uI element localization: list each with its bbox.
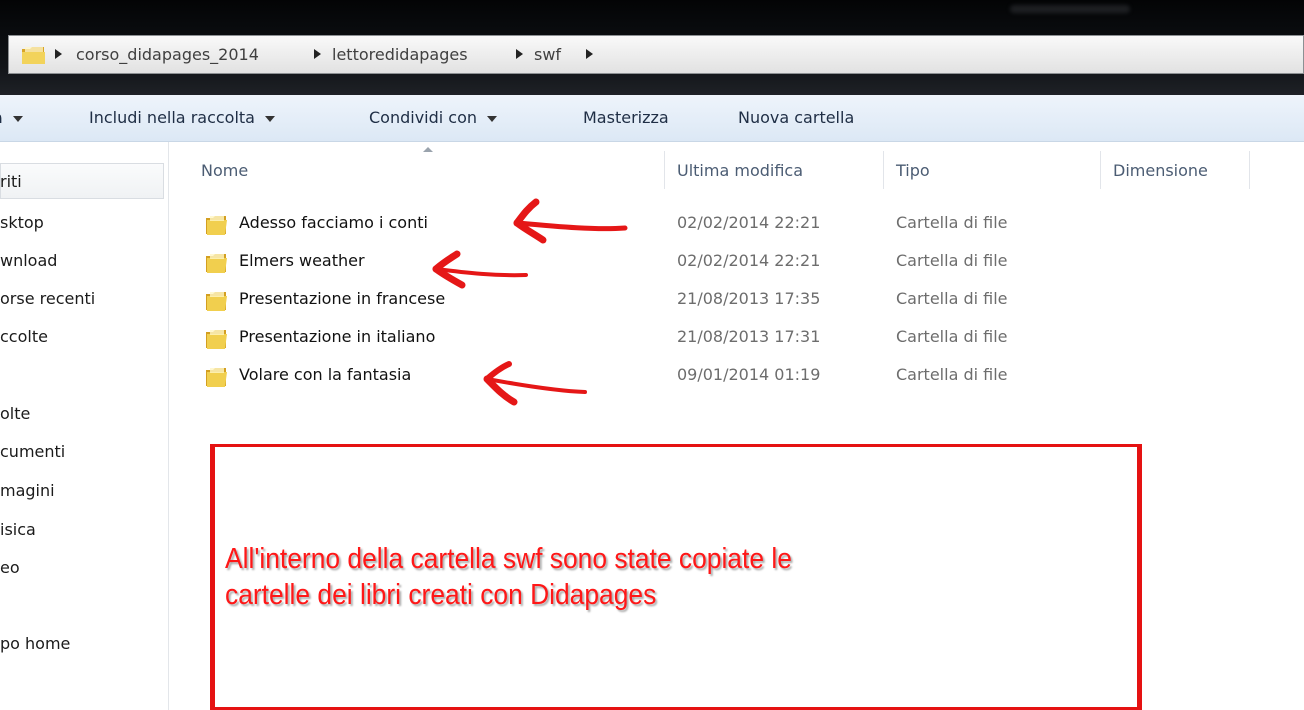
navigation-item-pictures[interactable]: magini [0, 479, 55, 503]
chevron-down-icon [264, 115, 275, 122]
chevron-right-icon[interactable] [314, 49, 321, 59]
red-arrow-icon [513, 198, 628, 244]
folder-icon [206, 292, 227, 311]
column-header-modified[interactable]: Ultima modifica [677, 158, 803, 184]
column-divider[interactable] [1100, 151, 1101, 189]
windows-explorer-window: corso_didapages_2014 lettoredidapages sw… [0, 0, 1304, 710]
file-name: Presentazione in italiano [239, 327, 436, 346]
folder-icon [206, 216, 227, 235]
navigation-item-music[interactable]: isica [0, 518, 36, 542]
folder-icon [206, 368, 227, 387]
navigation-item-desktop[interactable]: sktop [0, 211, 44, 235]
navigation-item-videos[interactable]: eo [0, 556, 20, 580]
annotation-line: All'interno della cartella swf sono stat… [225, 543, 792, 575]
include-library-button[interactable]: Includi nella raccolta [89, 106, 275, 130]
column-divider[interactable] [664, 151, 665, 189]
chevron-down-icon [487, 115, 498, 122]
red-arrow-icon [432, 250, 528, 289]
sort-ascending-icon [423, 147, 433, 152]
file-name: Elmers weather [239, 251, 365, 270]
column-divider[interactable] [1249, 151, 1250, 189]
chevron-right-icon[interactable] [55, 49, 62, 59]
file-name: Adesso facciamo i conti [239, 213, 428, 232]
chevron-right-icon[interactable] [586, 49, 593, 59]
navigation-item-collections[interactable]: olte [0, 402, 30, 426]
file-modified: 02/02/2014 22:21 [677, 213, 821, 232]
file-row[interactable]: Adesso facciamo i conti 02/02/2014 22:21… [169, 206, 1304, 244]
folder-icon [22, 47, 45, 64]
navigation-item-documents[interactable]: cumenti [0, 440, 65, 464]
chevron-right-icon[interactable] [516, 49, 523, 59]
file-modified: 09/01/2014 01:19 [677, 365, 821, 384]
file-row[interactable]: Elmers weather 02/02/2014 22:21 Cartella… [169, 244, 1304, 282]
breadcrumb-lettoredidapages[interactable]: lettoredidapages [332, 44, 468, 66]
file-name: Presentazione in francese [239, 289, 446, 308]
navigation-item-favorites[interactable]: riti [0, 170, 22, 194]
file-name: Volare con la fantasia [239, 365, 412, 384]
column-divider[interactable] [883, 151, 884, 189]
file-list-pane: Nome Ultima modifica Tipo Dimensione Ade… [169, 142, 1304, 710]
file-type: Cartella di file [896, 327, 1008, 346]
file-row[interactable]: Presentazione in francese 21/08/2013 17:… [169, 282, 1304, 320]
burn-button[interactable]: Masterizza [583, 106, 669, 130]
breadcrumb-swf[interactable]: swf [534, 44, 561, 66]
title-bar-glow [1010, 5, 1130, 13]
annotation-line: cartelle dei libri creati con Didapages [225, 579, 657, 611]
share-with-button[interactable]: Condividi con [369, 106, 498, 130]
new-folder-button[interactable]: Nuova cartella [738, 106, 854, 130]
file-type: Cartella di file [896, 213, 1008, 232]
annotation-box: All'interno della cartella swf sono stat… [210, 444, 1142, 710]
red-arrow-icon [483, 361, 587, 406]
file-type: Cartella di file [896, 251, 1008, 270]
organize-menu-button[interactable]: a [0, 106, 34, 130]
folder-icon [206, 254, 227, 273]
address-bar[interactable]: corso_didapages_2014 lettoredidapages sw… [8, 35, 1304, 74]
selected-navigation-item-highlight [0, 163, 164, 199]
navigation-item-recent-places[interactable]: orse recenti [0, 287, 95, 311]
annotation-text: All'interno della cartella swf sono stat… [225, 541, 999, 613]
file-type: Cartella di file [896, 289, 1008, 308]
file-row[interactable]: Volare con la fantasia 09/01/2014 01:19 … [169, 358, 1304, 396]
organize-menu-label: a [0, 108, 3, 127]
column-header-name[interactable]: Nome [201, 158, 248, 184]
column-header-type[interactable]: Tipo [896, 158, 930, 184]
navigation-item-homegroup[interactable]: po home [0, 632, 70, 656]
breadcrumb-corso-didapages-2014[interactable]: corso_didapages_2014 [76, 44, 259, 66]
share-with-label: Condividi con [369, 108, 478, 127]
file-modified: 21/08/2013 17:35 [677, 289, 821, 308]
title-bar: corso_didapages_2014 lettoredidapages sw… [0, 0, 1304, 95]
include-library-label: Includi nella raccolta [89, 108, 255, 127]
file-type: Cartella di file [896, 365, 1008, 384]
file-modified: 21/08/2013 17:31 [677, 327, 821, 346]
column-header-size[interactable]: Dimensione [1113, 158, 1208, 184]
navigation-pane: riti sktop wnload orse recenti ccolte ol… [0, 142, 169, 710]
chevron-down-icon [12, 115, 23, 122]
file-modified: 02/02/2014 22:21 [677, 251, 821, 270]
file-row[interactable]: Presentazione in italiano 21/08/2013 17:… [169, 320, 1304, 358]
folder-icon [206, 330, 227, 349]
explorer-toolbar: a Includi nella raccolta Condividi con M… [0, 95, 1304, 142]
navigation-item-download[interactable]: wnload [0, 249, 57, 273]
navigation-item-libraries[interactable]: ccolte [0, 325, 48, 349]
